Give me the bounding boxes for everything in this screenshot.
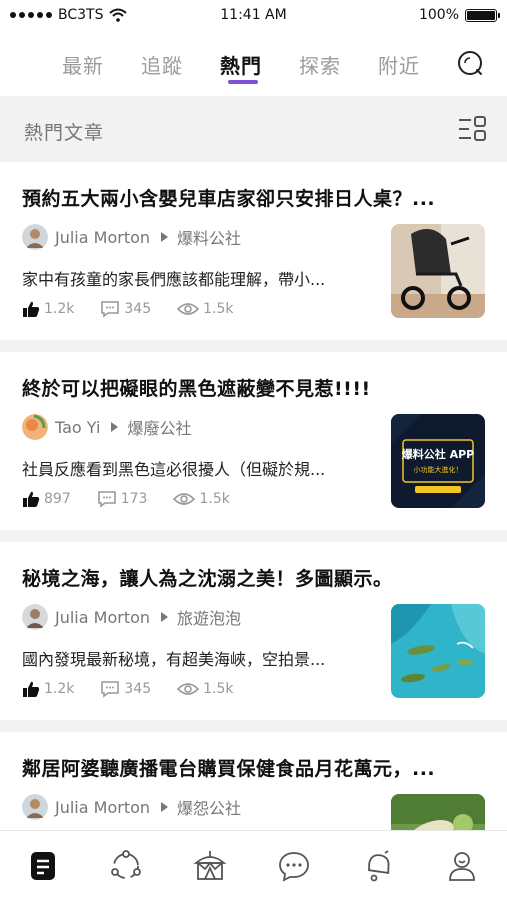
layout-toggle-icon[interactable] [457, 116, 487, 142]
article-excerpt: 家中有孩童的家長們應該都能理解，帶小... [22, 270, 326, 289]
article-stats: 1.2k 345 1.5k [22, 300, 259, 318]
circus-tent-icon[interactable] [193, 849, 227, 883]
arrow-right-icon [161, 232, 169, 242]
view-count: 1.5k [199, 491, 230, 507]
eye-icon [173, 493, 196, 505]
comment-stat[interactable]: 345 [100, 680, 151, 698]
like-count: 897 [44, 491, 71, 507]
article-excerpt: 社員反應看到黑色這必很擾人（但礙於規... [22, 460, 326, 479]
avatar[interactable] [22, 414, 48, 440]
bottom-nav-bar [0, 830, 507, 900]
comment-stat[interactable]: 345 [100, 300, 151, 318]
tab-latest[interactable]: 最新 [62, 50, 104, 79]
article-title[interactable]: 秘境之海，讓人為之沈溺之美！多圖顯示。 [22, 564, 490, 591]
article-title[interactable]: 終於可以把礙眼的黑色遮蔽變不見惹!!!! [22, 374, 490, 401]
promo-subtitle-text: 小功能大進化！ [414, 465, 463, 474]
author-row: Tao Yi 爆廢公社 [22, 414, 191, 440]
active-tab-indicator [228, 80, 258, 84]
battery-icon [465, 8, 500, 22]
tab-nearby[interactable]: 附近 [378, 50, 420, 79]
tab-following[interactable]: 追蹤 [141, 50, 183, 79]
arrow-right-icon [161, 802, 169, 812]
article-excerpt: 國內發現最新秘境，有超美海峽，空拍景... [22, 650, 326, 669]
sea-aerial-photo[interactable] [391, 604, 485, 698]
status-right: 100% [418, 7, 500, 23]
article-stats: 1.2k 345 1.5k [22, 680, 259, 698]
chat-icon[interactable] [277, 849, 311, 883]
article-title[interactable]: 預約五大兩小含嬰兒車店家卻只安排日人桌？... [22, 184, 490, 211]
author-row: Julia Morton 爆料公社 [22, 224, 241, 250]
avatar[interactable] [22, 224, 48, 250]
article-icon[interactable] [26, 849, 60, 883]
thumbs-up-icon [23, 301, 40, 317]
comment-icon [97, 491, 116, 508]
board-name[interactable]: 爆料公社 [177, 225, 241, 249]
avatar[interactable] [22, 794, 48, 820]
notification-bell-icon[interactable] [361, 849, 395, 883]
view-stat: 1.5k [177, 681, 233, 697]
status-bar: BC3TS 11:41 AM 100% [0, 0, 507, 32]
section-header: 熱門文章 [0, 96, 507, 162]
search-icon[interactable] [457, 50, 485, 78]
share-network-icon[interactable] [109, 849, 143, 883]
like-stat[interactable]: 897 [22, 490, 71, 508]
board-name[interactable]: 爆怨公社 [177, 795, 241, 819]
comment-count: 173 [120, 491, 148, 507]
eye-icon [177, 683, 200, 695]
comment-icon [101, 301, 120, 318]
article-card[interactable]: 終於可以把礙眼的黑色遮蔽變不見惹!!!! Tao Yi 爆廢公社 社員反應看到黑… [0, 352, 507, 530]
battery-percent: 100% [418, 7, 459, 23]
top-tab-bar: 最新 追蹤 熱門 探索 附近 [0, 32, 507, 96]
view-stat: 1.5k [173, 491, 230, 507]
author-row: Julia Morton 爆怨公社 [22, 794, 241, 820]
tab-explore[interactable]: 探索 [299, 50, 341, 79]
promo-title-text: 爆料公社 APP [402, 447, 474, 461]
arrow-right-icon [111, 422, 119, 432]
article-card[interactable]: 秘境之海，讓人為之沈溺之美！多圖顯示。 Julia Morton 旅遊泡泡 國內… [0, 542, 507, 720]
comment-count: 345 [124, 681, 152, 697]
author-name[interactable]: Tao Yi [55, 418, 100, 437]
article-stats: 897 173 1.5k [22, 490, 256, 508]
article-title[interactable]: 鄰居阿婆聽廣播電台購買保健食品月花萬元，... [22, 754, 490, 781]
avatar[interactable] [22, 604, 48, 630]
thumbs-up-icon [23, 491, 40, 507]
view-count: 1.5k [203, 301, 234, 317]
section-title: 熱門文章 [24, 122, 105, 144]
comment-count: 345 [124, 301, 152, 317]
author-name[interactable]: Julia Morton [55, 798, 150, 817]
eye-icon [177, 303, 200, 315]
article-card[interactable]: 鄰居阿婆聽廣播電台購買保健食品月花萬元，... Julia Morton 爆怨公… [0, 732, 507, 888]
article-card[interactable]: 預約五大兩小含嬰兒車店家卻只安排日人桌？... Julia Morton 爆料公… [0, 162, 507, 340]
author-row: Julia Morton 旅遊泡泡 [22, 604, 241, 630]
like-count: 1.2k [44, 681, 75, 697]
stroller-photo[interactable] [391, 224, 485, 318]
thumbs-up-icon [23, 681, 40, 697]
board-name[interactable]: 爆廢公社 [127, 415, 191, 439]
tab-popular[interactable]: 熱門 [220, 50, 262, 79]
like-count: 1.2k [44, 301, 75, 317]
profile-icon[interactable] [445, 849, 479, 883]
board-name[interactable]: 旅遊泡泡 [177, 605, 241, 629]
app-promo-graphic[interactable]: 爆料公社 APP 小功能大進化！ [391, 414, 485, 508]
like-stat[interactable]: 1.2k [22, 300, 74, 318]
comment-icon [101, 681, 120, 698]
author-name[interactable]: Julia Morton [55, 228, 150, 247]
view-count: 1.5k [203, 681, 234, 697]
like-stat[interactable]: 1.2k [22, 680, 74, 698]
view-stat: 1.5k [177, 301, 233, 317]
author-name[interactable]: Julia Morton [55, 608, 150, 627]
comment-stat[interactable]: 173 [97, 490, 148, 508]
arrow-right-icon [161, 612, 169, 622]
